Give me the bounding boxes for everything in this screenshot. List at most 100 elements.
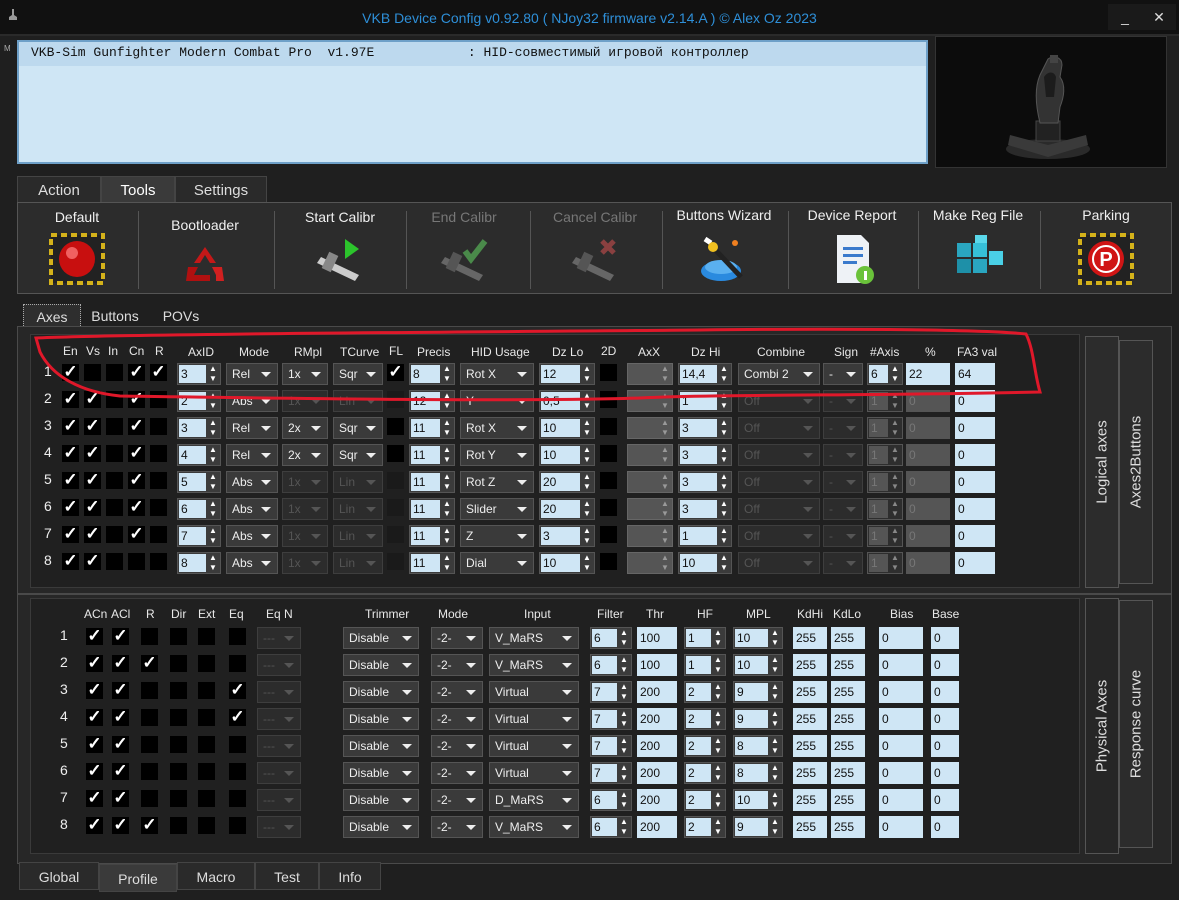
tcurve-dropdown[interactable]: Lin bbox=[333, 498, 383, 520]
axid-spinner[interactable]: 3 ▲ ▼ bbox=[177, 417, 221, 439]
subtab-povs[interactable]: POVs bbox=[151, 304, 211, 328]
mode-phys-dropdown[interactable]: -2- bbox=[431, 735, 483, 757]
fa3-val-field[interactable]: 64 bbox=[955, 363, 995, 385]
dir-checkbox[interactable] bbox=[170, 763, 187, 780]
spin-arrows-icon[interactable]: ▲ ▼ bbox=[208, 472, 218, 492]
cn-checkbox[interactable]: ✓ bbox=[128, 444, 145, 462]
invert-checkbox[interactable] bbox=[106, 499, 123, 516]
eq-checkbox[interactable] bbox=[229, 790, 246, 807]
rmpl-dropdown[interactable]: 1x bbox=[282, 498, 328, 520]
dz-hi-spinner[interactable]: 3 ▲ ▼ bbox=[678, 444, 732, 466]
hf-spinner-value[interactable]: 2 bbox=[686, 683, 711, 701]
thr-field[interactable]: 100 bbox=[637, 627, 677, 649]
percent-field[interactable]: 0 bbox=[906, 444, 950, 466]
spin-arrows-icon[interactable]: ▲ ▼ bbox=[619, 655, 629, 675]
2d-checkbox[interactable] bbox=[600, 526, 617, 543]
cn-checkbox[interactable]: ✓ bbox=[128, 498, 145, 516]
spin-arrows-icon[interactable]: ▲ ▼ bbox=[582, 418, 592, 438]
fa3-val-field[interactable]: 0 bbox=[955, 417, 995, 439]
acn-checkbox[interactable]: ✓ bbox=[86, 735, 103, 753]
spin-arrows-icon[interactable]: ▲ ▼ bbox=[582, 526, 592, 546]
hid-usage-dropdown[interactable]: Rot X bbox=[460, 363, 534, 385]
spin-arrows-icon[interactable]: ▲ ▼ bbox=[660, 445, 670, 465]
bias-field[interactable]: 0 bbox=[879, 762, 923, 784]
trimmer-dropdown[interactable]: Disable bbox=[343, 762, 419, 784]
side-tab-axes2buttons[interactable]: Axes2Buttons bbox=[1119, 340, 1153, 584]
acl-checkbox[interactable]: ✓ bbox=[112, 816, 129, 834]
hf-spinner[interactable]: 2 ▲ ▼ bbox=[684, 735, 726, 757]
mode-phys-dropdown[interactable]: -2- bbox=[431, 708, 483, 730]
mode-phys-dropdown[interactable]: -2- bbox=[431, 816, 483, 838]
tab-action[interactable]: Action bbox=[17, 176, 101, 204]
axx-spinner[interactable]: ▲ ▼ bbox=[627, 498, 673, 520]
mpl-spinner[interactable]: 9 ▲ ▼ bbox=[733, 708, 783, 730]
naxis-spinner[interactable]: 1 ▲ ▼ bbox=[867, 444, 903, 466]
invert-checkbox[interactable] bbox=[106, 391, 123, 408]
r-phys-checkbox[interactable] bbox=[141, 736, 158, 753]
axx-spinner[interactable]: ▲ ▼ bbox=[627, 471, 673, 493]
sign-dropdown[interactable]: - bbox=[823, 417, 863, 439]
spin-arrows-icon[interactable]: ▲ ▼ bbox=[582, 553, 592, 573]
dz-hi-spinner[interactable]: 3 ▲ ▼ bbox=[678, 417, 732, 439]
mpl-spinner-value[interactable]: 8 bbox=[735, 737, 768, 755]
acn-checkbox[interactable]: ✓ bbox=[86, 762, 103, 780]
axid-spinner-value[interactable]: 3 bbox=[179, 419, 206, 437]
trimmer-dropdown[interactable]: Disable bbox=[343, 816, 419, 838]
spin-arrows-icon[interactable]: ▲ ▼ bbox=[442, 526, 452, 546]
fl-checkbox[interactable] bbox=[387, 445, 404, 462]
base-field[interactable]: 0 bbox=[931, 816, 959, 838]
acn-checkbox[interactable]: ✓ bbox=[86, 654, 103, 672]
spin-arrows-icon[interactable]: ▲ ▼ bbox=[719, 391, 729, 411]
percent-field[interactable]: 22 bbox=[906, 363, 950, 385]
acn-checkbox[interactable]: ✓ bbox=[86, 681, 103, 699]
hid-usage-dropdown[interactable]: Z bbox=[460, 525, 534, 547]
precis-spinner-value[interactable]: 12 bbox=[411, 392, 440, 410]
spin-arrows-icon[interactable]: ▲ ▼ bbox=[442, 499, 452, 519]
tcurve-dropdown[interactable]: Lin bbox=[333, 390, 383, 412]
sign-dropdown[interactable]: - bbox=[823, 363, 863, 385]
base-field[interactable]: 0 bbox=[931, 681, 959, 703]
mode-dropdown[interactable]: Rel bbox=[226, 444, 278, 466]
mpl-spinner[interactable]: 10 ▲ ▼ bbox=[733, 627, 783, 649]
kdlo-field[interactable]: 255 bbox=[831, 708, 865, 730]
side-tab-response-curve[interactable]: Response curve bbox=[1119, 600, 1153, 848]
naxis-spinner[interactable]: 1 ▲ ▼ bbox=[867, 525, 903, 547]
invert-checkbox[interactable] bbox=[106, 526, 123, 543]
spin-arrows-icon[interactable]: ▲ ▼ bbox=[442, 418, 452, 438]
axid-spinner[interactable]: 3 ▲ ▼ bbox=[177, 363, 221, 385]
naxis-spinner-value[interactable]: 1 bbox=[869, 527, 888, 545]
spin-arrows-icon[interactable]: ▲ ▼ bbox=[713, 790, 723, 810]
acn-checkbox[interactable]: ✓ bbox=[86, 816, 103, 834]
dz-lo-spinner-value[interactable]: 12 bbox=[541, 365, 580, 383]
eq-checkbox[interactable] bbox=[229, 628, 246, 645]
side-tab-logical-axes[interactable]: Logical axes bbox=[1085, 336, 1119, 588]
trimmer-dropdown[interactable]: Disable bbox=[343, 681, 419, 703]
naxis-spinner[interactable]: 1 ▲ ▼ bbox=[867, 552, 903, 574]
vs-checkbox[interactable] bbox=[84, 364, 101, 381]
enabled-checkbox[interactable]: ✓ bbox=[62, 471, 79, 489]
axid-spinner[interactable]: 2 ▲ ▼ bbox=[177, 390, 221, 412]
r-phys-checkbox[interactable] bbox=[141, 763, 158, 780]
combine-dropdown[interactable]: Off bbox=[738, 471, 820, 493]
filter-spinner-value[interactable]: 7 bbox=[592, 710, 617, 728]
spin-arrows-icon[interactable]: ▲ ▼ bbox=[208, 526, 218, 546]
input-dropdown[interactable]: V_MaRS bbox=[489, 627, 579, 649]
percent-field[interactable]: 0 bbox=[906, 390, 950, 412]
precis-spinner[interactable]: 11 ▲ ▼ bbox=[409, 525, 455, 547]
dz-hi-spinner[interactable]: 1 ▲ ▼ bbox=[678, 390, 732, 412]
trimmer-dropdown[interactable]: Disable bbox=[343, 789, 419, 811]
parking-button[interactable]: Parking P bbox=[1042, 203, 1170, 295]
spin-arrows-icon[interactable]: ▲ ▼ bbox=[719, 526, 729, 546]
tab-macro[interactable]: Macro bbox=[177, 862, 255, 890]
combine-dropdown[interactable]: Off bbox=[738, 498, 820, 520]
hid-usage-dropdown[interactable]: Rot Z bbox=[460, 471, 534, 493]
input-dropdown[interactable]: Virtual bbox=[489, 681, 579, 703]
kdlo-field[interactable]: 255 bbox=[831, 789, 865, 811]
thr-field[interactable]: 200 bbox=[637, 681, 677, 703]
fl-checkbox[interactable] bbox=[387, 553, 404, 570]
fa3-val-field[interactable]: 0 bbox=[955, 390, 995, 412]
naxis-spinner-value[interactable]: 1 bbox=[869, 473, 888, 491]
hid-usage-dropdown[interactable]: Rot Y bbox=[460, 444, 534, 466]
2d-checkbox[interactable] bbox=[600, 364, 617, 381]
mode-phys-dropdown[interactable]: -2- bbox=[431, 654, 483, 676]
